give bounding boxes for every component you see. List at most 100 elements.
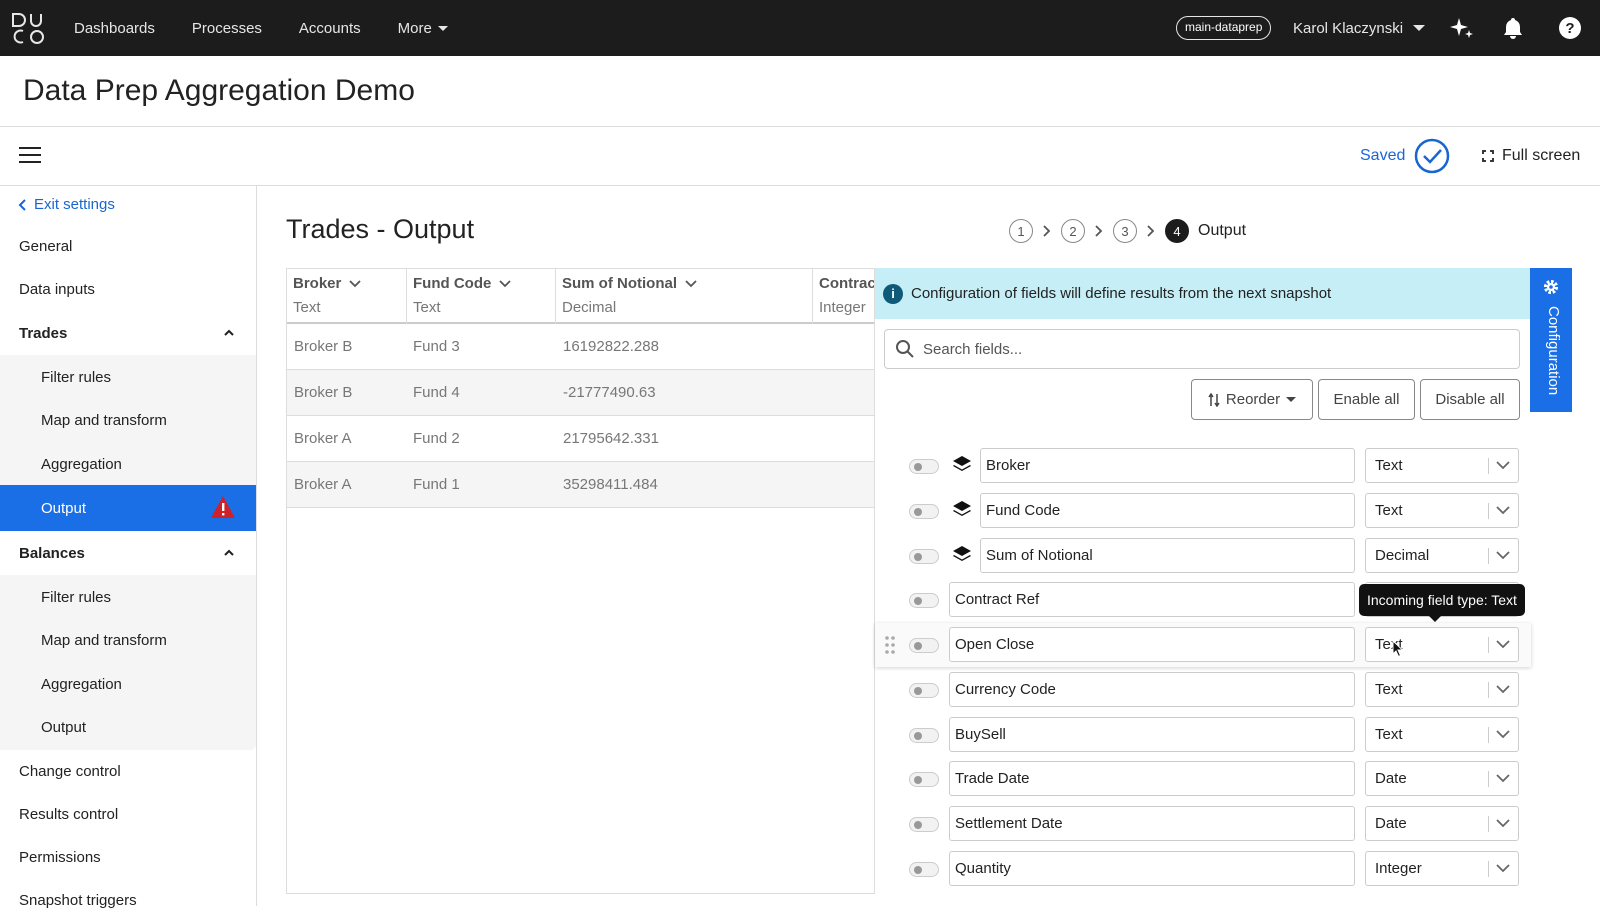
table-cell: Fund 1 [413,476,460,493]
configuration-tab[interactable]: Configuration [1530,268,1572,412]
field-type-value: Integer [1375,860,1422,877]
field-toggle[interactable] [909,504,939,519]
info-text: Configuration of fields will define resu… [911,285,1332,302]
bell-icon[interactable] [1501,16,1525,40]
chevron-down-icon[interactable] [499,279,511,288]
user-menu[interactable]: Karol Klaczynski [1293,0,1426,56]
sidebar-group-balances[interactable]: Balances [0,531,256,575]
field-toggle[interactable] [909,459,939,474]
column-type: Decimal [562,299,617,316]
field-type-select[interactable]: Text [1365,672,1519,707]
column-header-sum-of-notional[interactable]: Sum of Notional Decimal [556,269,813,324]
aggregated-layers-icon [953,546,971,561]
table-row[interactable]: Broker B Fund 3 16192822.288 [287,324,874,370]
field-name-input[interactable]: Quantity [949,851,1355,886]
field-name-input[interactable]: Fund Code [980,493,1355,528]
sidebar-item-balances-output[interactable]: Output [0,705,256,750]
field-toggle[interactable] [909,593,939,608]
table-row[interactable]: Broker A Fund 2 21795642.331 [287,416,874,462]
sidebar-item-trades-map-transform[interactable]: Map and transform [0,398,256,442]
search-fields-box[interactable] [884,329,1520,369]
field-toggle[interactable] [909,817,939,832]
field-type-select[interactable]: Text [1365,717,1519,752]
environment-badge: main-dataprep [1176,16,1272,40]
nav-more[interactable]: More [398,20,448,37]
top-nav: Dashboards Processes Accounts More main-… [0,0,1600,56]
disable-all-button[interactable]: Disable all [1420,379,1520,420]
fullscreen-button[interactable]: Full screen [1482,147,1580,165]
field-row-sum-of-notional: Sum of Notional Decimal [875,534,1531,578]
field-type-select[interactable]: Integer [1365,851,1519,886]
search-fields-input[interactable] [923,340,1483,358]
field-name-input[interactable]: Contract Ref [949,582,1355,617]
field-name-input[interactable]: Open Close [949,627,1355,662]
page-title: Data Prep Aggregation Demo [23,74,415,107]
field-toggle[interactable] [909,683,939,698]
duco-logo[interactable] [10,10,46,46]
field-name-input[interactable]: Settlement Date [949,806,1355,841]
nav-dashboards[interactable]: Dashboards [74,20,155,37]
field-row-currency-code: Currency Code Text [875,668,1531,712]
sidebar-item-change-control[interactable]: Change control [0,749,256,793]
sidebar-item-balances-map-transform[interactable]: Map and transform [0,618,256,662]
field-type-select[interactable]: Text [1365,448,1519,483]
field-name-input[interactable]: Currency Code [949,672,1355,707]
field-toggle[interactable] [909,772,939,787]
column-header-contract[interactable]: Contrac Integer [813,269,874,324]
drag-handle-icon[interactable] [883,635,897,655]
field-toggle[interactable] [909,638,939,653]
field-name-input[interactable]: Trade Date [949,761,1355,796]
column-header-broker[interactable]: Broker Text [287,269,407,324]
step-3[interactable]: 3 [1113,219,1137,243]
field-type-select[interactable]: Text [1365,493,1519,528]
sidebar-item-permissions[interactable]: Permissions [0,835,256,879]
hamburger-menu-icon[interactable] [19,147,41,163]
field-type-value: Text [1375,726,1403,743]
help-icon[interactable]: ? [1558,16,1582,40]
field-type-value: Date [1375,770,1407,787]
sidebar-item-data-inputs[interactable]: Data inputs [0,267,256,311]
stepper: 1 2 3 4 Output [1009,219,1246,243]
field-type-select[interactable]: Date [1365,761,1519,796]
field-name-input[interactable]: Broker [980,448,1355,483]
toolbar: Saved Full screen [0,127,1600,186]
field-type-select[interactable]: Decimal [1365,538,1519,573]
table-row[interactable]: Broker B Fund 4 -21777490.63 [287,370,874,416]
sidebar-item-general[interactable]: General [0,224,256,268]
field-toggle[interactable] [909,862,939,877]
column-name: Sum of Notional [562,275,677,292]
field-type-select[interactable]: Date [1365,806,1519,841]
nav-accounts[interactable]: Accounts [299,20,361,37]
chevron-down-icon[interactable] [349,279,361,288]
sidebar-item-results-control[interactable]: Results control [0,792,256,836]
sidebar-item-trades-aggregation[interactable]: Aggregation [0,442,256,486]
sidebar-item-label: Permissions [19,848,101,866]
reorder-button[interactable]: Reorder [1191,379,1313,420]
sidebar-group-trades[interactable]: Trades [0,311,256,355]
svg-text:?: ? [1565,20,1574,37]
chevron-down-icon[interactable] [685,279,697,288]
column-header-fund-code[interactable]: Fund Code Text [407,269,556,324]
step-4[interactable]: 4 [1165,219,1189,243]
sidebar-item-balances-filter-rules[interactable]: Filter rules [0,575,256,619]
sidebar-item-trades-output[interactable]: Output [0,485,256,531]
field-toggle[interactable] [909,549,939,564]
chevron-down-icon [1496,506,1510,515]
info-icon: i [883,283,903,304]
field-name-input[interactable]: Sum of Notional [980,538,1355,573]
nav-processes[interactable]: Processes [192,20,262,37]
sidebar-item-trades-filter-rules[interactable]: Filter rules [0,355,256,399]
sidebar-item-label: Filter rules [41,368,112,386]
enable-all-button[interactable]: Enable all [1318,379,1415,420]
caret-down-icon [1286,397,1297,402]
sparkle-icon[interactable] [1450,16,1474,40]
field-name-input[interactable]: BuySell [949,717,1355,752]
table-row[interactable]: Broker A Fund 1 35298411.484 [287,462,874,508]
sidebar-item-balances-aggregation[interactable]: Aggregation [0,662,256,706]
field-type-select[interactable]: Text [1365,627,1519,662]
field-toggle[interactable] [909,728,939,743]
step-1[interactable]: 1 [1009,219,1033,243]
exit-settings-link[interactable]: Exit settings [18,196,115,213]
step-2[interactable]: 2 [1061,219,1085,243]
sidebar-item-snapshot-triggers[interactable]: Snapshot triggers [0,878,256,922]
